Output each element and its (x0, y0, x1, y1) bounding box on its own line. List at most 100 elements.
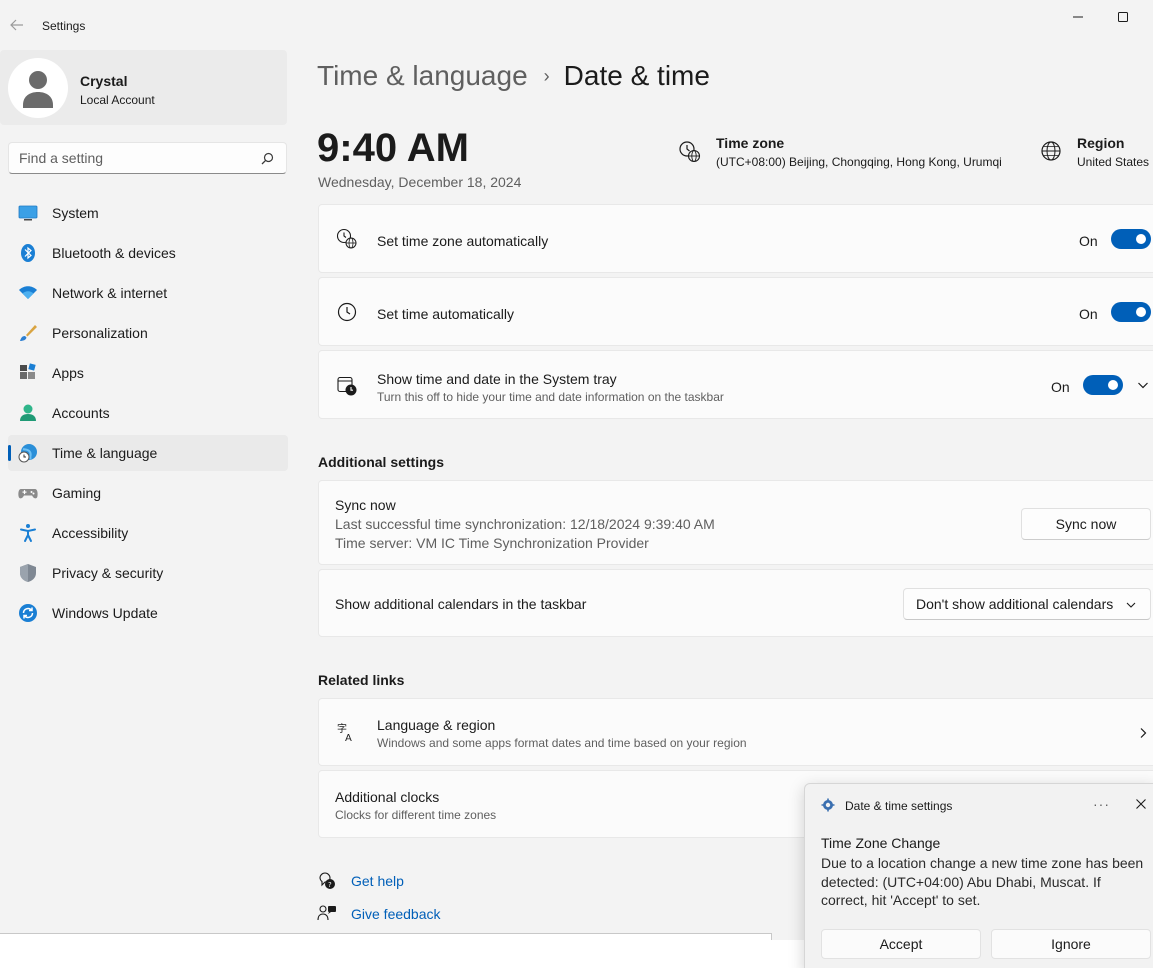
toast-body: Due to a location change a new time zone… (821, 855, 1144, 908)
sidebar-item-bluetooth[interactable]: Bluetooth & devices (8, 235, 288, 271)
card-title: Additional clocks (335, 789, 440, 805)
sidebar-item-accessibility[interactable]: Accessibility (8, 515, 288, 551)
update-icon (19, 604, 37, 622)
time-server-text: Time server: VM IC Time Synchronization … (335, 535, 649, 551)
minimize-icon[interactable] (1071, 10, 1085, 24)
close-icon[interactable] (1135, 798, 1147, 810)
system-tray-toggle[interactable] (1083, 375, 1123, 395)
sidebar-item-gaming[interactable]: Gaming (8, 475, 288, 511)
card-title: Set time automatically (377, 306, 514, 322)
system-icon (18, 205, 38, 221)
timezone-label: Time zone (716, 135, 785, 151)
avatar (8, 58, 68, 118)
give-feedback-link[interactable]: Give feedback (351, 906, 441, 922)
toggle-state-label: On (1051, 379, 1070, 395)
sidebar-item-personalization[interactable]: Personalization (8, 315, 288, 351)
back-arrow-icon[interactable] (8, 16, 26, 34)
sidebar-item-time-language[interactable]: Time & language (8, 435, 288, 471)
account-type: Local Account (80, 93, 155, 107)
search-input[interactable] (19, 150, 259, 166)
toast-title: Time Zone Change (821, 835, 941, 851)
sidebar-nav: System Bluetooth & devices Network & int… (8, 195, 288, 635)
sidebar-item-accounts[interactable]: Accounts (8, 395, 288, 431)
toggle-state-label: On (1079, 306, 1098, 322)
brush-icon (20, 325, 37, 341)
time-auto-toggle[interactable] (1111, 302, 1151, 322)
toast-app-name: Date & time settings (845, 799, 953, 813)
card-subtitle: Windows and some apps format dates and t… (377, 736, 747, 750)
card-title: Sync now (335, 497, 396, 513)
search-box[interactable] (8, 142, 287, 174)
page-title: Date & time (563, 60, 710, 91)
calendar-clock-icon (337, 376, 357, 396)
ignore-button[interactable]: Ignore (991, 929, 1151, 959)
maximize-icon[interactable] (1116, 10, 1130, 24)
timezone-icon (679, 141, 701, 163)
sidebar-item-label: System (52, 205, 99, 221)
sidebar-item-apps[interactable]: Apps (8, 355, 288, 391)
region-value: United States (1077, 155, 1150, 169)
section-heading-additional: Additional settings (318, 454, 444, 470)
more-options-button[interactable]: ··· (1093, 796, 1110, 812)
clock-icon (337, 302, 357, 322)
accept-button[interactable]: Accept (821, 929, 981, 959)
last-sync-text: Last successful time synchronization: 12… (335, 516, 715, 532)
card-time-auto: Set time automatically On (318, 277, 1153, 346)
window-bottom-edge (0, 940, 804, 968)
sidebar-item-network[interactable]: Network & internet (8, 275, 288, 311)
sidebar-item-label: Personalization (52, 325, 148, 341)
card-system-tray[interactable]: Show time and date in the System tray Tu… (318, 350, 1153, 419)
sidebar-item-label: Gaming (52, 485, 102, 501)
shield-icon (20, 564, 36, 582)
get-help-link[interactable]: Get help (351, 873, 404, 889)
chevron-down-icon (1126, 602, 1136, 608)
globe-icon (1041, 141, 1061, 161)
card-subtitle: Clocks for different time zones (335, 808, 497, 822)
sidebar-item-label: Network & internet (52, 285, 168, 301)
help-icon: ? (319, 872, 335, 889)
card-sync-now: Sync now Last successful time synchroniz… (318, 480, 1153, 565)
timezone-auto-toggle[interactable] (1111, 229, 1151, 249)
section-heading-related: Related links (318, 672, 405, 688)
time-language-icon (18, 444, 37, 463)
card-title: Set time zone automatically (377, 233, 549, 249)
chevron-down-icon[interactable] (1137, 379, 1149, 391)
dropdown-selected-value: Don't show additional calendars (916, 596, 1114, 612)
breadcrumb-separator: › (543, 65, 550, 86)
user-avatar-icon (23, 71, 53, 108)
card-subtitle: Turn this off to hide your time and date… (377, 390, 724, 404)
sidebar-item-system[interactable]: System (8, 195, 288, 231)
card-language-region[interactable]: 字 A Language & region Windows and some a… (318, 698, 1153, 766)
card-title: Show additional calendars in the taskbar (335, 596, 587, 612)
gamepad-icon (18, 489, 38, 499)
profile-card[interactable]: Crystal Local Account (0, 50, 287, 125)
chevron-right-icon (1140, 728, 1147, 738)
card-title: Show time and date in the System tray (377, 371, 617, 387)
sidebar-item-label: Accessibility (52, 525, 129, 541)
horizontal-scrollbar-area (0, 933, 772, 940)
feedback-icon (317, 905, 336, 921)
sidebar-item-label: Windows Update (52, 605, 158, 621)
region-label: Region (1077, 135, 1125, 151)
search-icon[interactable] (261, 152, 274, 165)
calendars-dropdown[interactable]: Don't show additional calendars (903, 588, 1151, 620)
sync-now-button[interactable]: Sync now (1021, 508, 1151, 540)
toast-notification: Date & time settings ··· Time Zone Chang… (804, 783, 1153, 968)
breadcrumb: Time & language › Date & time (317, 60, 710, 92)
current-date: Wednesday, December 18, 2024 (318, 174, 522, 190)
apps-icon (20, 363, 36, 379)
card-title: Language & region (377, 717, 496, 733)
language-icon: 字 A (337, 722, 352, 743)
sidebar-item-privacy[interactable]: Privacy & security (8, 555, 288, 591)
toggle-state-label: On (1079, 233, 1098, 249)
sidebar-item-label: Apps (52, 365, 84, 381)
user-name: Crystal (80, 73, 128, 89)
timezone-auto-icon (336, 228, 357, 249)
accessibility-icon (20, 524, 36, 542)
svg-text:A: A (345, 733, 352, 743)
breadcrumb-parent[interactable]: Time & language (317, 60, 528, 92)
sidebar-item-label: Bluetooth & devices (52, 245, 176, 261)
sidebar-item-windows-update[interactable]: Windows Update (8, 595, 288, 631)
settings-gear-icon (821, 798, 835, 812)
window-title: Settings (42, 19, 86, 33)
